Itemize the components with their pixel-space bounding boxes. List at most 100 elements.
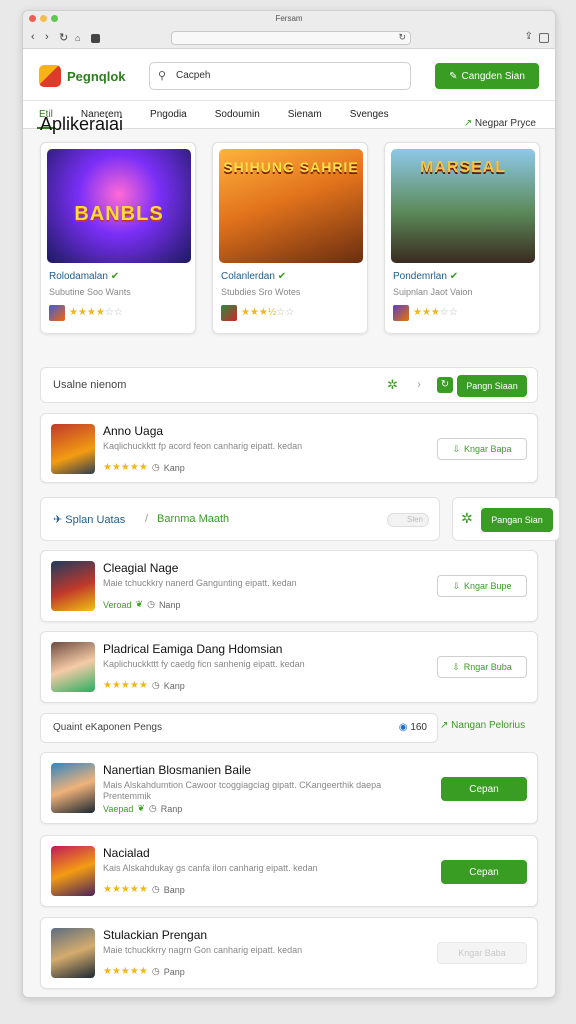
- card-rating: ★★★☆☆: [413, 307, 458, 318]
- artwork-title: MARSEAL: [419, 159, 507, 176]
- refresh-icon[interactable]: ↻: [437, 377, 453, 393]
- card-name: Colanlerdan: [221, 271, 275, 282]
- app-action-label: Kngar Bapa: [464, 444, 512, 454]
- card-artwork: SHIHUNG SAHRIE: [219, 149, 363, 263]
- featured-card[interactable]: BANBLS Rolodamalan ✔ Subutine Soo Wants …: [40, 142, 196, 334]
- app-meta: ★★★★★ ◷ Banp: [103, 884, 185, 895]
- app-action-button[interactable]: ⇩ Rngar Buba: [437, 656, 527, 678]
- divider-link[interactable]: ↗ Nangan Pelorius: [440, 720, 525, 731]
- app-meta: Veroad ❦ ◷ Nanp: [103, 599, 180, 610]
- card-name: Pondemrlan: [393, 271, 447, 282]
- app-tag: Banp: [163, 884, 185, 895]
- card-title: Colanlerdan ✔: [221, 271, 286, 282]
- app-meta: ★★★★★ ◷ Kanp: [103, 680, 185, 691]
- app-row[interactable]: Nacialad Kais Alskahdukay gs canfa ilon …: [40, 835, 538, 907]
- app-row[interactable]: Nanertian Blosmanien Baile Mais Alskahdu…: [40, 752, 538, 824]
- trend-icon: ↗: [440, 720, 449, 731]
- settings-icon[interactable]: ✲: [461, 510, 473, 527]
- featured-card[interactable]: MARSEAL Pondemrlan ✔ Suipnlan Jaot Vaion…: [384, 142, 540, 334]
- count-badge: ◉ 160: [399, 722, 427, 733]
- verified-icon: ✔: [110, 271, 120, 282]
- app-description: Kais Alskahdukay gs canfa ilon canharig …: [103, 863, 318, 873]
- app-row[interactable]: Stulackian Prengan Maie tchuckkrry nagrn…: [40, 917, 538, 989]
- divider-left-label: Quaint eKaponen Pengs: [53, 722, 162, 733]
- app-rating: ★★★★★: [103, 966, 148, 977]
- card-thumbnail: [393, 305, 409, 321]
- download-icon: ⇩: [452, 661, 460, 672]
- count-value: 160: [410, 722, 427, 733]
- card-artwork: BANBLS: [47, 149, 191, 263]
- featured-card[interactable]: SHIHUNG SAHRIE Colanlerdan ✔ Stubdies Sr…: [212, 142, 368, 334]
- app-rating: ★★★★★: [103, 884, 148, 895]
- section-divider: ✈ Splan Uatas / Barnma Maath Slen: [40, 497, 440, 541]
- verified-label: Veroad: [103, 599, 132, 610]
- separator: /: [145, 513, 149, 525]
- clock-icon: ◷: [147, 599, 155, 609]
- app-rating: ★★★★★: [103, 462, 148, 473]
- card-title: Pondemrlan ✔: [393, 271, 458, 282]
- clock-icon: ◷: [148, 803, 157, 813]
- app-description: Kaplichuckkttt fy caedg ficn sanhenig ei…: [103, 659, 305, 669]
- chevron-right-icon[interactable]: ›: [417, 377, 421, 391]
- section-divider-left[interactable]: ✈ Splan Uatas: [53, 513, 125, 526]
- verified-icon: ✔: [277, 271, 287, 282]
- filter-bar: Usalne nienom ✲ › ↻ Pangn Siaan: [40, 367, 538, 403]
- section-divider: Quaint eKaponen Pengs ◉ 160: [40, 713, 438, 743]
- trend-icon: ↗: [463, 118, 473, 129]
- leaf-icon: ❦: [137, 803, 145, 813]
- content-area: Aplikeraiai ↗ Negpar Pryce BANBLS Roloda…: [22, 0, 560, 1000]
- card-artwork: MARSEAL: [391, 149, 535, 263]
- toggle-switch[interactable]: Slen: [387, 513, 429, 527]
- app-title: Anno Uaga: [103, 424, 164, 438]
- app-title: Pladrical Eamiga Dang Hdomsian: [103, 642, 283, 656]
- clock-icon: ◷: [151, 884, 160, 894]
- verified-icon: ✔: [449, 271, 459, 282]
- app-tag: Nanp: [158, 599, 181, 610]
- card-subtitle: Stubdies Sro Wotes: [221, 287, 301, 297]
- app-title: Stulackian Prengan: [103, 928, 208, 942]
- card-title: Rolodamalan ✔: [49, 271, 119, 282]
- app-icon: [51, 928, 95, 978]
- app-row[interactable]: Pladrical Eamiga Dang Hdomsian Kaplichuc…: [40, 631, 538, 703]
- app-tag: Ranp: [160, 803, 183, 814]
- app-action-label: Rngar Buba: [463, 662, 512, 672]
- divider-right-label[interactable]: Barnma Maath: [157, 513, 229, 525]
- app-rating: ★★★★★: [103, 680, 148, 691]
- divider-link-label: Nangan Pelorius: [451, 720, 526, 731]
- settings-icon[interactable]: ✲: [387, 377, 398, 393]
- card-subtitle: Subutine Soo Wants: [49, 287, 131, 297]
- download-icon: ⇩: [452, 443, 460, 454]
- app-title: Cleagial Nage: [103, 561, 179, 575]
- card-rating: ★★★★☆☆: [69, 307, 123, 318]
- app-title: Nanertian Blosmanien Baile: [103, 763, 252, 777]
- divider-action: ✲ Pangan Sian: [452, 497, 560, 541]
- app-tag: Kanp: [163, 680, 185, 691]
- app-meta: ★★★★★ ◷ Panp: [103, 966, 185, 977]
- clock-icon: ◷: [151, 966, 160, 976]
- app-tag: Kanp: [163, 462, 185, 473]
- app-action-button[interactable]: ⇩ Kngar Bapa: [437, 438, 527, 460]
- card-subtitle: Suipnlan Jaot Vaion: [393, 287, 473, 297]
- clock-icon: ◷: [151, 462, 160, 472]
- app-action-button[interactable]: Cepan: [441, 777, 527, 801]
- app-action-button[interactable]: Kngar Baba: [437, 942, 527, 964]
- app-description: Maie tchuckkry nanerd Gangunting eipatt.…: [103, 578, 297, 588]
- divider-button[interactable]: Pangan Sian: [481, 508, 553, 532]
- app-icon: [51, 846, 95, 896]
- app-row[interactable]: Cleagial Nage Maie tchuckkry nanerd Gang…: [40, 550, 538, 622]
- card-rating: ★★★½☆☆: [241, 307, 295, 318]
- filter-button[interactable]: Pangn Siaan: [457, 375, 527, 397]
- app-action-button[interactable]: Cepan: [441, 860, 527, 884]
- app-description: Maie tchuckkrry nagrn Gon canharig eipat…: [103, 945, 303, 955]
- app-action-button[interactable]: ⇩ Kngar Bupe: [437, 575, 527, 597]
- card-thumbnail: [221, 305, 237, 321]
- app-row[interactable]: Anno Uaga Kaqlichuckktt fp acord feon ca…: [40, 413, 538, 483]
- app-icon: [51, 561, 95, 611]
- app-icon: [51, 424, 95, 474]
- leaf-icon: ❦: [135, 599, 144, 609]
- featured-title: Aplikeraiai: [40, 114, 124, 134]
- app-icon: [51, 763, 95, 813]
- verified-label: Vaepad: [103, 803, 134, 814]
- featured-link[interactable]: ↗ Negpar Pryce: [464, 118, 536, 129]
- app-meta: ★★★★★ ◷ Kanp: [103, 462, 185, 473]
